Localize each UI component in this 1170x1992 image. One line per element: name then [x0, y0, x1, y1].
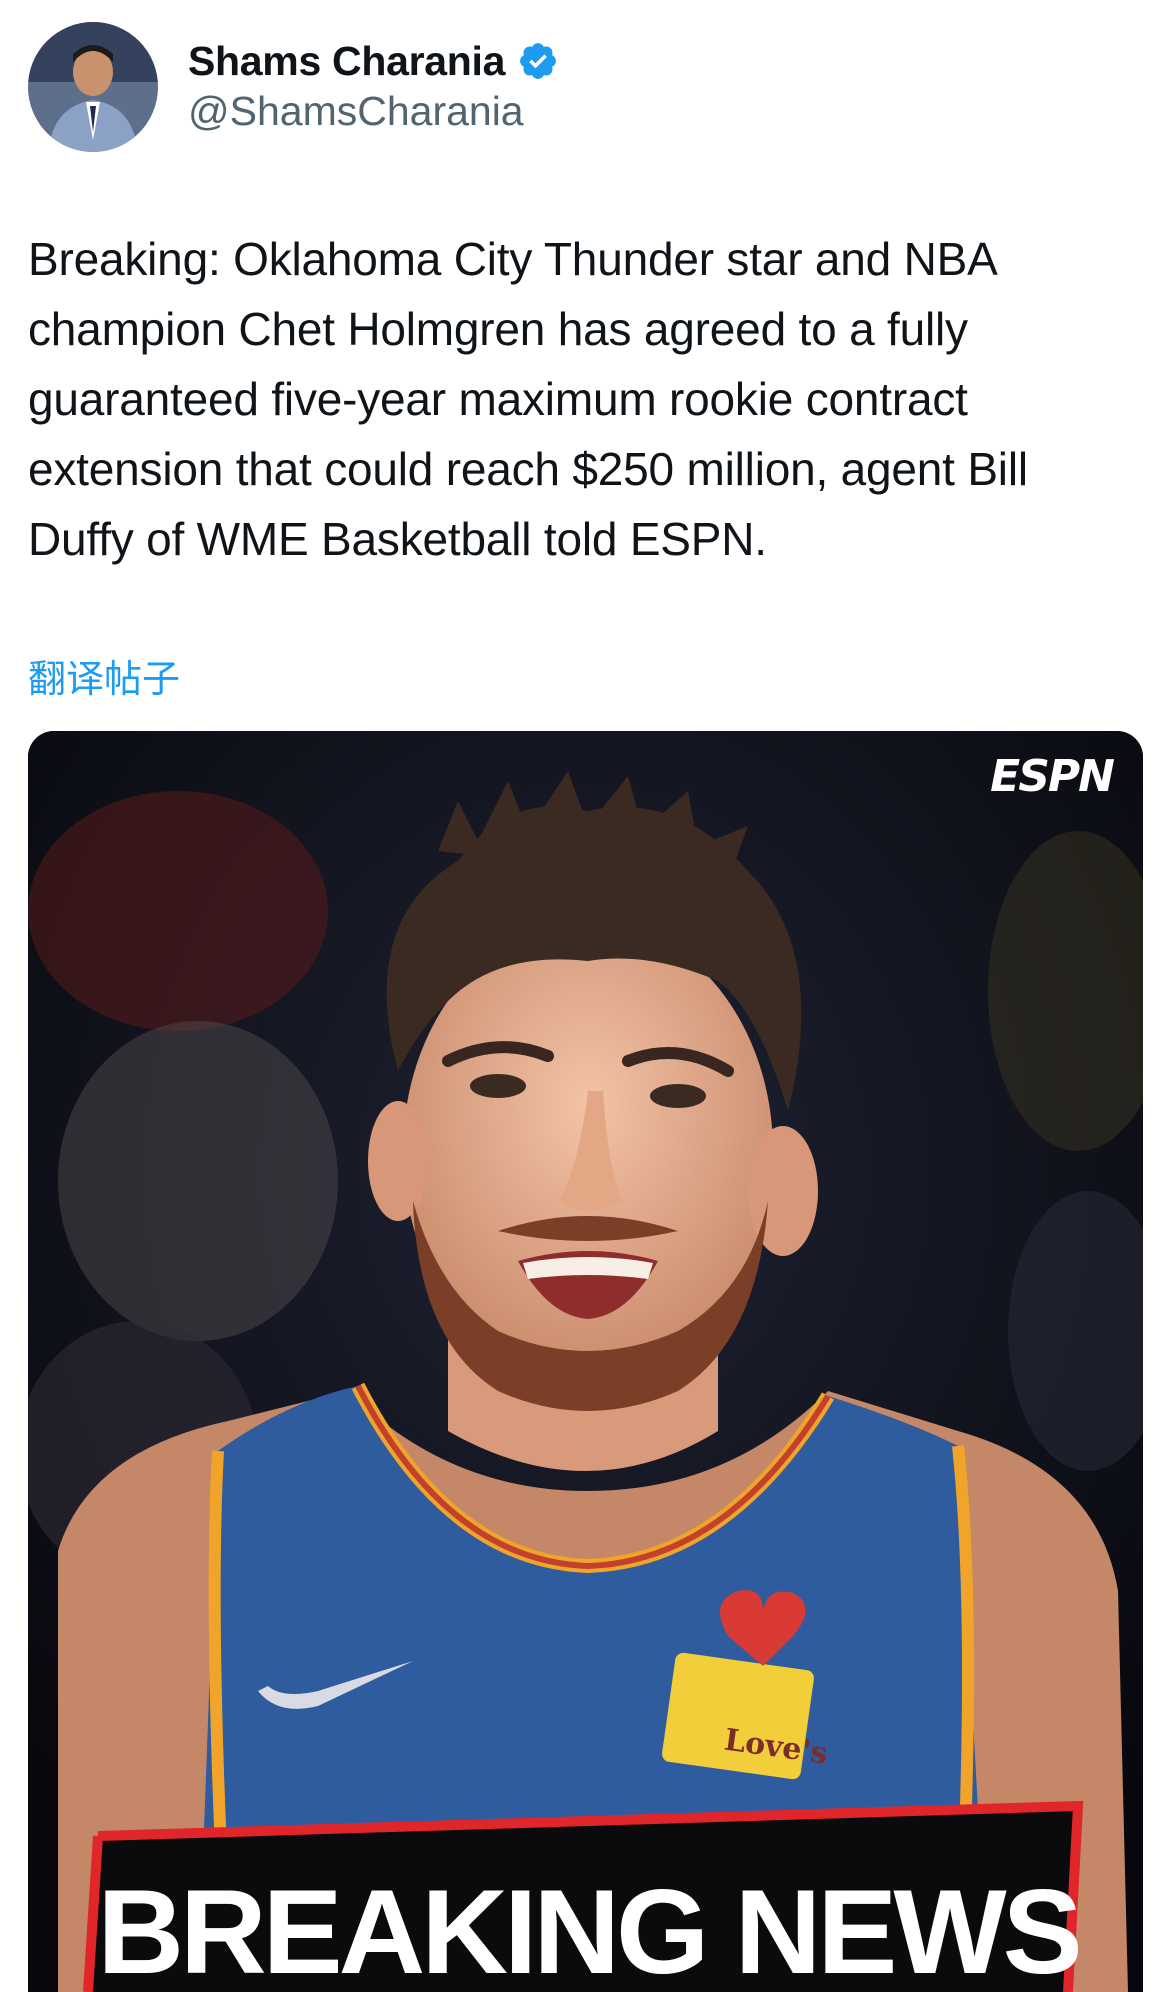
breaking-news-banner: BREAKING NEWS: [83, 1800, 1084, 1992]
tweet-header: Shams Charania @ShamsCharania: [28, 22, 559, 152]
author-handle[interactable]: @ShamsCharania: [188, 87, 559, 136]
tweet-text: Breaking: Oklahoma City Thunder star and…: [28, 233, 1028, 565]
tweet-media-image[interactable]: Love's ESPN BREAKING NEWS: [28, 731, 1143, 1992]
author-name-row: Shams Charania: [188, 38, 559, 85]
player-photo: Love's ESPN BREAKING NEWS: [28, 731, 1143, 1992]
avatar-image: [28, 22, 158, 152]
svg-text:BREAKING NEWS: BREAKING NEWS: [97, 1865, 1078, 1992]
author-info: Shams Charania @ShamsCharania: [188, 38, 559, 136]
svg-text:ESPN: ESPN: [990, 751, 1114, 802]
verified-badge-icon: [517, 40, 559, 82]
avatar[interactable]: [28, 22, 158, 152]
espn-logo: ESPN: [990, 751, 1116, 802]
author-display-name[interactable]: Shams Charania: [188, 38, 505, 85]
translate-post-link[interactable]: 翻译帖子: [28, 648, 180, 703]
